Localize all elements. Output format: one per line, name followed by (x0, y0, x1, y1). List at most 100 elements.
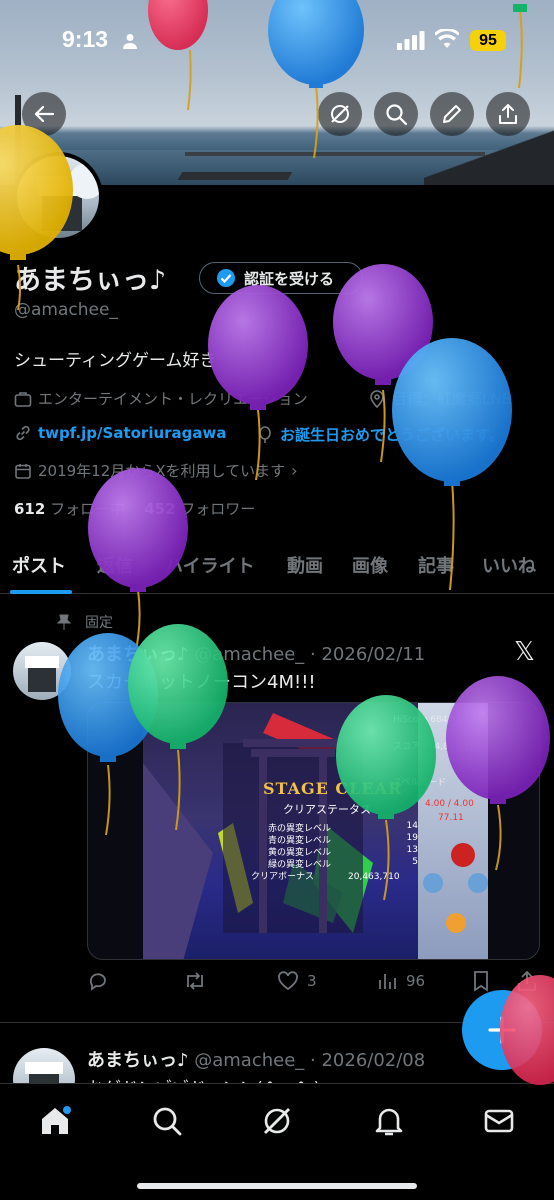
profile-birthday: お誕生日おめでとうございます。 (256, 424, 504, 445)
compose-button[interactable] (462, 990, 542, 1070)
tab-likes[interactable]: いいね (482, 552, 536, 578)
stat-value: 5 (412, 857, 418, 867)
following-count: 612 (14, 500, 46, 518)
location-pin-icon (370, 389, 384, 408)
profile-joined: 2019年12月からXを利用しています › (14, 460, 298, 481)
home-indicator (137, 1183, 417, 1189)
profile-tabs: ポスト 返信 ハイライト 動画 画像 記事 いいね (0, 546, 554, 594)
balloon (208, 285, 308, 481)
search-icon[interactable] (150, 1104, 184, 1138)
post-header: あまちぃっ♪ @amachee_ · 2026/02/11 (87, 644, 426, 665)
share-button[interactable] (486, 92, 530, 136)
chevron-right-icon: › (291, 461, 298, 480)
post-author-handle: @amachee_ (194, 644, 305, 665)
followers-count: 452 (144, 500, 176, 518)
post-actions: 3 96 (87, 970, 547, 998)
bookmark-button[interactable] (471, 970, 491, 992)
score-label: スコア (393, 742, 421, 752)
post-date: 2026/02/11 (321, 644, 426, 665)
power-value: 4.00 / 4.00 (425, 799, 474, 809)
tab-replies[interactable]: 返信 (97, 552, 133, 578)
follow-stats: 612 フォロー中 452 フォロワー (14, 498, 255, 519)
location-text: 目標：紅魔郷LNB (392, 390, 512, 408)
views-button[interactable]: 96 (376, 970, 425, 992)
battery-badge: 95 (470, 30, 506, 51)
status-time: 9:13 (62, 26, 109, 52)
tab-articles[interactable]: 記事 (418, 552, 454, 578)
verified-badge-icon (217, 269, 235, 287)
share-icon (518, 970, 536, 991)
category-text: エンターテイメント・レクリエーション (38, 390, 308, 408)
stage-clear-subtitle: クリアステータス (283, 803, 371, 816)
joined-text: 2019年12月からXを利用しています (38, 462, 286, 480)
score-value: 684,817,530 (422, 742, 481, 752)
verify-label: 認証を受ける (244, 269, 335, 288)
pinned-text: 固定 (85, 615, 113, 631)
like-count: 3 (307, 972, 317, 990)
hiscore-label: HiScore (393, 715, 428, 725)
bonus-label: クリアボーナス (251, 872, 315, 882)
post-media[interactable]: STAGE CLEAR クリアステータス 赤の異変レベル 14 青の異変レベル 19… (87, 702, 540, 960)
stat-value: 13 (406, 845, 418, 855)
spellcard-label: スペルカード (393, 778, 447, 788)
following-label: フォロー中 (50, 500, 126, 518)
signal-icon (397, 31, 425, 50)
post-author-name[interactable]: あまちぃっ♪ (87, 644, 189, 665)
hiscore-row: HiScore 684,817,530 (393, 715, 488, 725)
share-icon (499, 104, 517, 124)
bonus-value: 20,463,710 (348, 872, 400, 882)
wifi-icon (435, 29, 459, 48)
profile-website[interactable]: twpf.jp/Satoriuragawa (14, 424, 227, 442)
post-share-button[interactable] (517, 970, 537, 992)
x-logo-icon: 𝕏 (514, 637, 535, 667)
following-link[interactable]: 612 フォロー中 (14, 500, 125, 518)
repost-icon (187, 972, 203, 990)
profile-handle: @amachee_ (14, 300, 118, 320)
bookmark-icon (474, 971, 488, 992)
views-count: 96 (406, 972, 426, 990)
reply-button[interactable] (87, 970, 117, 992)
profile-location: 目標：紅魔郷LNB (368, 388, 512, 409)
balloon-icon (259, 425, 271, 443)
plus-icon (488, 1016, 516, 1044)
post-author-handle: @amachee_ (194, 1050, 305, 1071)
post-text: スカーレットノーコン4M!!! (87, 672, 316, 693)
grok-button[interactable] (318, 92, 362, 136)
post-header: あまちぃっ♪ @amachee_ · 2026/02/08 (87, 1050, 426, 1071)
like-button[interactable]: 3 (277, 970, 317, 992)
post-date: 2026/02/08 (321, 1050, 426, 1071)
post-author-name[interactable]: あまちぃっ♪ (87, 1050, 189, 1071)
heart-icon (278, 971, 298, 991)
tab-videos[interactable]: 動画 (287, 552, 323, 578)
bell-icon[interactable] (372, 1104, 406, 1138)
repost-button[interactable] (183, 970, 215, 992)
followers-label: フォロワー (180, 500, 256, 518)
search-icon (386, 104, 407, 125)
post-avatar[interactable] (13, 642, 71, 700)
profile-avatar[interactable] (13, 152, 103, 242)
tab-posts[interactable]: ポスト (12, 552, 66, 578)
stat-value: 14 (406, 821, 418, 831)
search-button[interactable] (374, 92, 418, 136)
arrow-left-icon (34, 105, 55, 123)
profile-name: あまちぃっ♪ (14, 265, 167, 296)
followers-link[interactable]: 452 フォロワー (144, 500, 255, 518)
game-screenshot: STAGE CLEAR クリアステータス 赤の異変レベル 14 青の異変レベル 19… (143, 703, 488, 959)
tab-highlights[interactable]: ハイライト (165, 552, 255, 578)
edit-button[interactable] (430, 92, 474, 136)
mail-icon[interactable] (482, 1104, 516, 1138)
tab-images[interactable]: 画像 (352, 552, 388, 578)
stat-value: 19 (406, 833, 418, 843)
score-row: スコア 684,817,530 (393, 739, 480, 752)
person-icon (123, 34, 137, 49)
grok-icon (331, 105, 349, 123)
stage-clear-title: STAGE CLEAR (263, 779, 403, 798)
home-icon[interactable] (38, 1104, 72, 1138)
clear-bonus: クリアボーナス 20,463,710 (251, 869, 400, 882)
website-link[interactable]: twpf.jp/Satoriuragawa (38, 424, 227, 442)
pencil-icon (443, 105, 461, 123)
grok-icon[interactable] (260, 1104, 294, 1138)
verify-button[interactable]: 認証を受ける (199, 262, 363, 294)
link-icon (16, 425, 30, 441)
back-button[interactable] (22, 92, 66, 136)
